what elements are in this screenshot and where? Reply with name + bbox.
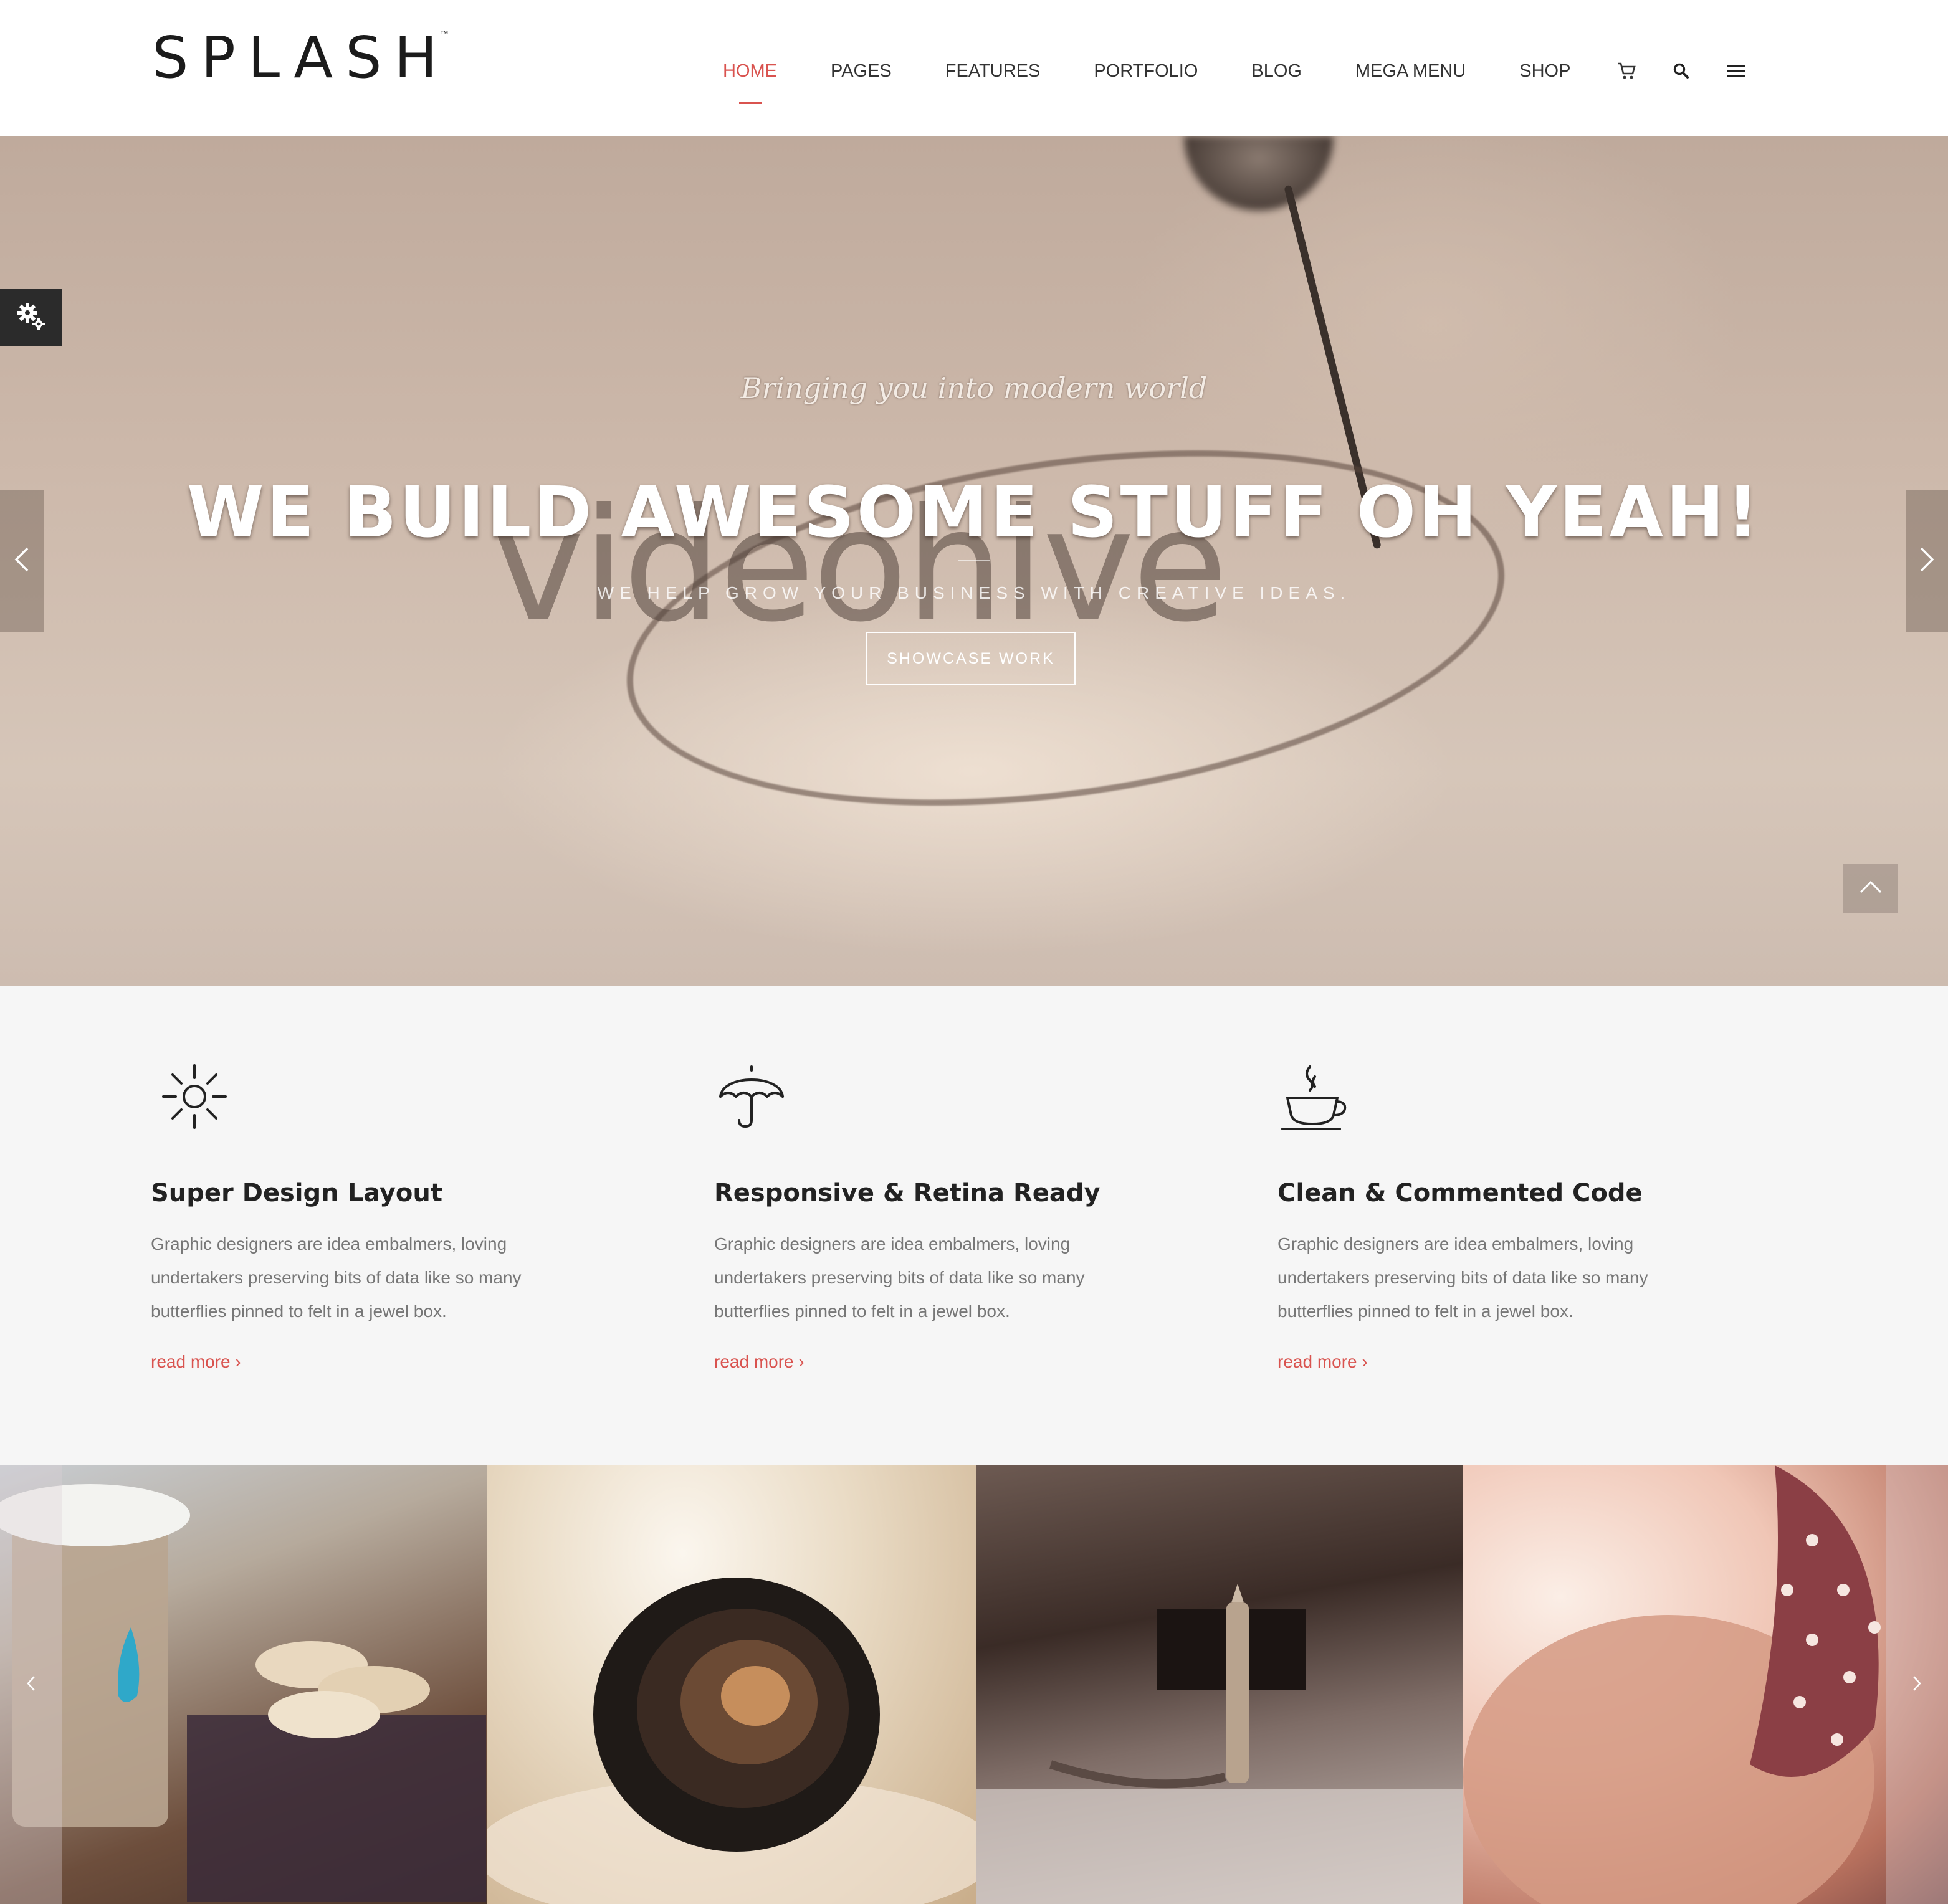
scroll-to-top-button[interactable] <box>1843 864 1898 913</box>
umbrella-icon <box>714 1060 795 1141</box>
gears-icon <box>14 299 49 337</box>
gallery-image-coffee-macarons[interactable] <box>0 1465 487 1904</box>
settings-toggle-button[interactable] <box>0 289 62 346</box>
feature-description: Graphic designers are idea embalmers, lo… <box>714 1234 1085 1321</box>
nav-item-shop[interactable]: SHOP <box>1519 61 1570 82</box>
main-nav: HOME PAGES FEATURES PORTFOLIO BLOG MEGA … <box>723 46 1779 104</box>
chevron-right-icon <box>1912 1675 1922 1695</box>
hero-title: WE BUILD AWESOME STUFF OH YEAH! <box>187 472 1761 553</box>
cart-icon[interactable] <box>1614 59 1639 83</box>
logo-text: SPLASH <box>152 24 450 91</box>
chevron-left-icon <box>14 546 30 576</box>
read-more-link[interactable]: read more › <box>1277 1352 1368 1372</box>
feature-description: Graphic designers are idea embalmers, lo… <box>1277 1234 1648 1321</box>
gallery-next-button[interactable] <box>1886 1465 1948 1904</box>
sun-icon <box>151 1060 232 1141</box>
chevron-right-icon <box>1919 546 1935 576</box>
feature-title: Super Design Layout <box>151 1179 442 1207</box>
feature-title: Responsive & Retina Ready <box>714 1179 1101 1207</box>
hero-divider <box>958 560 990 561</box>
coffee-cup-icon <box>1277 1060 1358 1141</box>
hero-next-button[interactable] <box>1906 490 1948 632</box>
feature-title: Clean & Commented Code <box>1277 1179 1643 1207</box>
hero-prev-button[interactable] <box>0 490 44 632</box>
features-section: Super Design Layout Graphic designers ar… <box>0 986 1948 1465</box>
showcase-work-button[interactable]: SHOWCASE WORK <box>866 632 1076 685</box>
nav-item-portfolio[interactable]: PORTFOLIO <box>1094 61 1198 82</box>
gallery-image-sun-hat[interactable] <box>1463 1465 1948 1904</box>
search-icon[interactable] <box>1669 59 1694 83</box>
chevron-up-icon <box>1858 880 1883 898</box>
hero-tagline: Bringing you into modern world <box>740 371 1208 405</box>
nav-item-blog[interactable]: BLOG <box>1251 61 1302 82</box>
nav-item-features[interactable]: FEATURES <box>945 61 1041 82</box>
gallery-prev-button[interactable] <box>0 1465 62 1904</box>
hero-background-pen <box>1184 136 1334 211</box>
chevron-left-icon <box>26 1675 36 1695</box>
menu-icon[interactable] <box>1724 59 1749 83</box>
nav-item-mega-menu[interactable]: MEGA MENU <box>1355 61 1466 82</box>
portfolio-gallery <box>0 1465 1948 1904</box>
nav-item-pages[interactable]: PAGES <box>831 61 892 82</box>
logo-trademark: ™ <box>439 29 449 39</box>
site-logo[interactable]: SPLASH ™ <box>152 24 449 92</box>
nav-item-home[interactable]: HOME <box>723 61 777 104</box>
gallery-image-audio-jack[interactable] <box>976 1465 1463 1904</box>
hero-slider: videohive Bringing you into modern world <box>0 136 1948 986</box>
gallery-image-camera-lens[interactable] <box>487 1465 976 1904</box>
read-more-link[interactable]: read more › <box>151 1352 241 1372</box>
feature-description: Graphic designers are idea embalmers, lo… <box>151 1234 522 1321</box>
read-more-link[interactable]: read more › <box>714 1352 805 1372</box>
site-header: SPLASH ™ HOME PAGES FEATURES PORTFOLIO B… <box>0 0 1948 136</box>
hero-subtitle: WE HELP GROW YOUR BUSINESS WITH CREATIVE… <box>597 583 1351 602</box>
